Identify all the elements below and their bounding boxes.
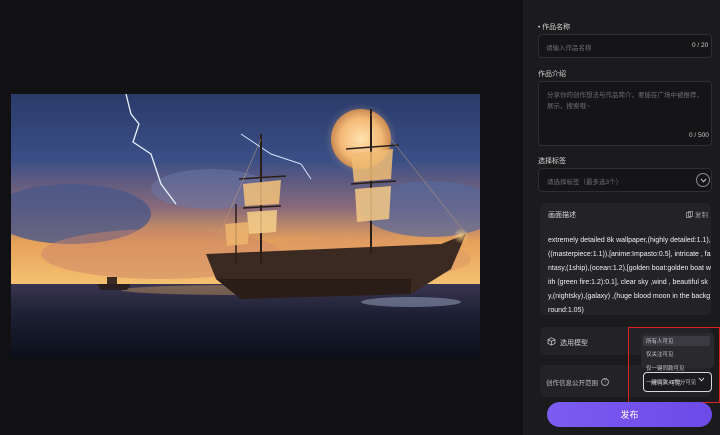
required-mark: • [538,25,541,31]
title-label-text: 作品名称 [542,24,571,31]
title-counter: 0 / 20 [692,42,709,49]
chevron-down-icon[interactable] [696,173,710,187]
description-title: 画面描述 [548,212,576,219]
pirate-ship-image [11,94,480,358]
title-placeholder: 请输入作品名称 [546,45,592,52]
copy-button[interactable]: 复制 [686,209,708,219]
copy-icon [686,210,693,218]
visibility-label-text: 创作信息公开范围 [546,380,598,387]
model-label: 选用模型 [560,340,588,347]
description-text: extremely detailed 8k wallpaper,(highly … [548,237,711,314]
tags-label: 选择标签 [538,158,566,165]
intro-placeholder: 分享你的创作想法与作品简介，要能在广场中被推荐，展示，搜索哦~ [547,92,703,110]
intro-label: 作品介绍 [538,71,566,78]
title-label: • 作品名称 [538,22,570,32]
visibility-label: 创作信息公开范围 ? [546,377,609,387]
canvas-area [0,0,523,435]
cube-icon [547,337,556,346]
publish-button[interactable]: 发布 [547,402,712,427]
highlight-annotation [628,327,720,403]
help-icon[interactable]: ? [601,378,609,386]
intro-counter: 0 / 500 [689,132,709,139]
copy-label: 复制 [695,212,708,219]
tags-placeholder: 请选择标签（最多选3个） [547,179,623,186]
generated-artwork[interactable] [11,94,480,358]
